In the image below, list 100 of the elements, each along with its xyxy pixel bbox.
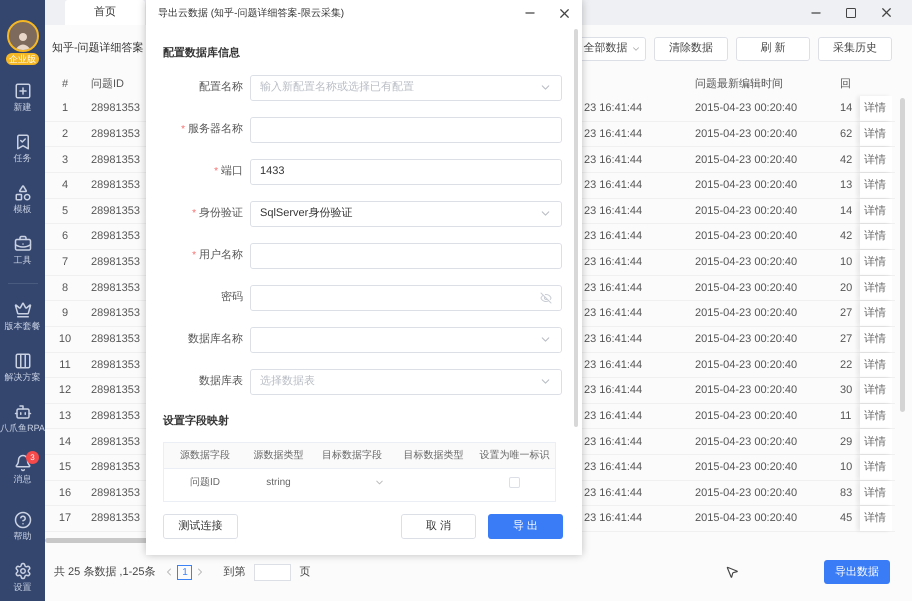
table-cell-text: 28981353 bbox=[90, 306, 141, 322]
column-header: 目标数据字段 bbox=[321, 448, 383, 463]
page-number[interactable]: 1 bbox=[177, 564, 192, 580]
checkbox[interactable] bbox=[509, 477, 520, 488]
sidebar-item[interactable]: 新建 bbox=[0, 79, 45, 116]
table-cell-text: 10 bbox=[839, 255, 854, 270]
toolbar-button[interactable]: 刷 新 bbox=[736, 36, 810, 60]
shapes-icon bbox=[14, 184, 32, 202]
row-number: 6 bbox=[60, 229, 70, 244]
table-cell-text: 14 bbox=[839, 204, 854, 219]
page-input[interactable] bbox=[254, 564, 292, 580]
table-cell-text: 2015-04-23 00:20:40 bbox=[694, 152, 798, 168]
field-label: 端口 bbox=[221, 164, 243, 180]
column-header: 问题ID bbox=[90, 76, 125, 92]
field-label: 配置名称 bbox=[199, 80, 243, 96]
column-header: 问题最新编辑时间 bbox=[694, 76, 784, 92]
export-button[interactable]: 导 出 bbox=[488, 514, 563, 539]
details-link[interactable]: 详情 bbox=[860, 96, 892, 121]
table-cell-text: 28981353 bbox=[90, 332, 141, 347]
table-cell-text: 23 16:41:44 bbox=[583, 178, 644, 194]
row-number: 7 bbox=[60, 255, 70, 270]
details-link[interactable]: 详情 bbox=[860, 173, 892, 198]
table-cell-text: 28981353 bbox=[90, 511, 141, 526]
plus-icon bbox=[14, 82, 32, 100]
details-link[interactable]: 详情 bbox=[860, 480, 892, 506]
password-field[interactable] bbox=[250, 284, 562, 310]
details-link[interactable]: 详情 bbox=[860, 122, 892, 146]
table-cell-text: 2015-04-23 00:20:40 bbox=[694, 332, 798, 347]
vertical-scrollbar[interactable] bbox=[574, 29, 578, 427]
table-cell-text: 2015-04-23 00:20:40 bbox=[694, 280, 798, 296]
details-link[interactable]: 详情 bbox=[860, 224, 892, 249]
sidebar-item[interactable]: 任务 bbox=[0, 130, 45, 167]
details-link[interactable]: 详情 bbox=[860, 301, 892, 326]
select-field[interactable] bbox=[250, 326, 562, 352]
row-number: 5 bbox=[60, 204, 70, 219]
sidebar-item[interactable]: 解决方案 bbox=[0, 349, 45, 386]
table-cell-text: 2015-04-23 00:20:40 bbox=[694, 101, 798, 116]
sidebar-item[interactable]: 版本套餐 bbox=[0, 298, 45, 335]
goto-label: 到第 bbox=[223, 564, 246, 580]
table-cell-text: 42 bbox=[839, 229, 854, 244]
robot-icon bbox=[14, 403, 32, 421]
details-link[interactable]: 详情 bbox=[860, 455, 892, 480]
edition-badge: 企业版 bbox=[6, 53, 39, 65]
maximize-icon[interactable] bbox=[845, 6, 857, 18]
field-label: 密码 bbox=[221, 290, 243, 306]
table-cell-text: 28981353 bbox=[90, 126, 141, 142]
mouse-cursor-icon bbox=[725, 565, 739, 579]
select-field[interactable]: SqlServer身份验证 bbox=[250, 200, 562, 226]
sidebar-item[interactable]: 模板 bbox=[0, 181, 45, 218]
avatar[interactable] bbox=[6, 20, 38, 52]
table-cell-text: 2015-04-23 00:20:40 bbox=[694, 408, 798, 424]
export-data-button[interactable]: 导出数据 bbox=[824, 560, 890, 584]
column-header: 回 bbox=[839, 76, 852, 92]
details-link[interactable]: 详情 bbox=[860, 404, 892, 428]
table-cell-text: 2015-04-23 00:20:40 bbox=[694, 511, 798, 526]
column-header: 设置为唯一标识 bbox=[478, 448, 550, 463]
details-link[interactable]: 详情 bbox=[860, 429, 892, 454]
tab[interactable]: 首页 bbox=[65, 0, 145, 25]
details-link[interactable]: 详情 bbox=[860, 198, 892, 224]
sidebar-item[interactable]: 帮助 bbox=[0, 508, 45, 545]
row-number: 17 bbox=[58, 511, 72, 526]
record-summary: 共 25 条数据 ,1-25条 bbox=[54, 564, 156, 580]
details-link[interactable]: 详情 bbox=[860, 147, 892, 172]
details-link[interactable]: 详情 bbox=[860, 378, 892, 403]
details-link[interactable]: 详情 bbox=[860, 250, 892, 275]
required-mark: * bbox=[192, 249, 196, 263]
details-link[interactable]: 详情 bbox=[860, 326, 892, 352]
table-cell-text: 28981353 bbox=[90, 383, 141, 398]
table-cell-text: 23 16:41:44 bbox=[583, 152, 644, 168]
table-cell-text: 20 bbox=[839, 280, 854, 296]
sidebar-item[interactable]: 工具 bbox=[0, 232, 45, 269]
table-cell-text: 23 16:41:44 bbox=[583, 101, 644, 116]
field-label: 用户名称 bbox=[199, 248, 243, 264]
toolbar-button[interactable]: 清除数据 bbox=[654, 36, 728, 60]
table-cell-text: 23 16:41:44 bbox=[583, 255, 644, 270]
table-cell-text: 28981353 bbox=[90, 255, 141, 270]
input-field[interactable] bbox=[250, 116, 562, 142]
input-field[interactable]: 1433 bbox=[250, 158, 562, 184]
sidebar-item[interactable]: 八爪鱼RPA bbox=[0, 400, 45, 437]
vertical-scrollbar[interactable] bbox=[900, 98, 905, 412]
table-cell-text: 23 16:41:44 bbox=[583, 126, 644, 142]
sidebar-item[interactable]: 设置 bbox=[0, 559, 45, 596]
test-connection-button[interactable]: 测试连接 bbox=[163, 514, 238, 539]
row-number: 1 bbox=[60, 101, 70, 116]
field-label: 数据库名称 bbox=[188, 332, 243, 348]
cancel-button[interactable]: 取 消 bbox=[401, 514, 476, 539]
details-link[interactable]: 详情 bbox=[860, 276, 892, 300]
details-link[interactable]: 详情 bbox=[860, 352, 892, 378]
columns-icon bbox=[14, 352, 32, 370]
required-mark: * bbox=[181, 123, 185, 137]
close-icon[interactable] bbox=[879, 5, 894, 20]
table-cell-text: 23 16:41:44 bbox=[583, 408, 644, 424]
toolbar-button[interactable]: 采集历史 bbox=[818, 36, 892, 60]
table-cell-text: 23 16:41:44 bbox=[583, 204, 644, 219]
dialog-title: 导出云数据 (知乎-问题详细答案-限云采集) bbox=[158, 6, 344, 20]
details-link[interactable]: 详情 bbox=[860, 506, 892, 532]
table-cell-text: 问题ID bbox=[189, 476, 221, 490]
sidebar-item[interactable]: 消息 3 bbox=[0, 451, 45, 488]
column-header: 源数据类型 bbox=[252, 448, 304, 463]
input-field[interactable] bbox=[250, 242, 562, 268]
